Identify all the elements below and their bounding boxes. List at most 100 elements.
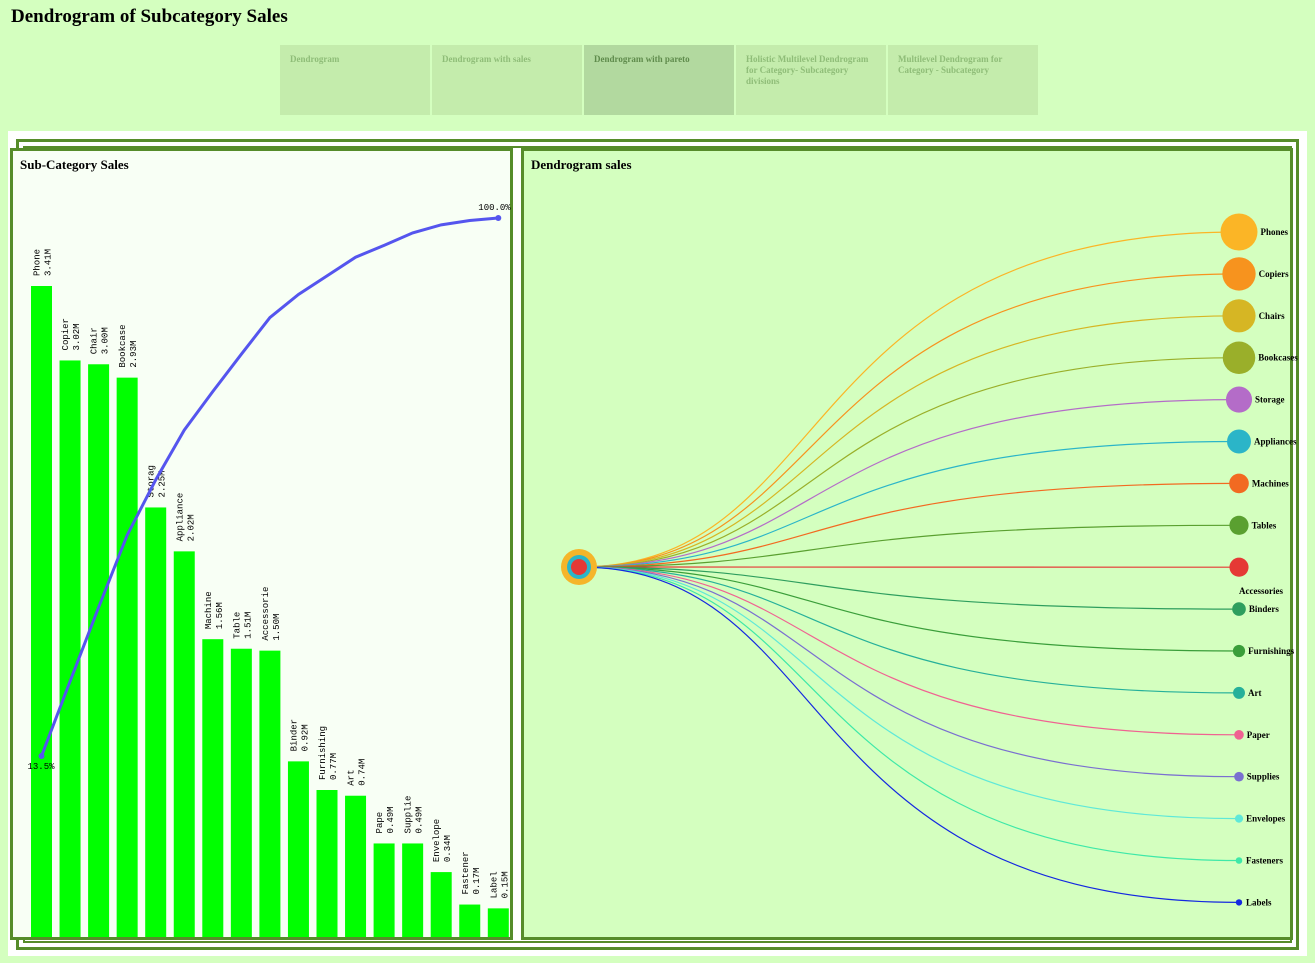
bar-category-label: Table bbox=[232, 612, 242, 639]
tab-label: Dendrogram bbox=[290, 54, 340, 64]
leaf-label: Art bbox=[1248, 688, 1262, 698]
dendrogram-link bbox=[578, 399, 1240, 568]
leaf-label: Labels bbox=[1246, 897, 1272, 907]
bar-category-label: Fastener bbox=[461, 851, 471, 894]
leaf-node-appliances[interactable] bbox=[1227, 429, 1251, 454]
bar-category-label: Binder bbox=[289, 719, 299, 751]
leaf-label: Copiers bbox=[1259, 269, 1289, 279]
bar-value-label: 2.93M bbox=[129, 341, 139, 368]
leaf-node-art[interactable] bbox=[1233, 686, 1245, 699]
bar-accessorie bbox=[259, 650, 281, 937]
bar-value-label: 3.02M bbox=[72, 323, 82, 350]
tab-holistic-multilevel-dendrogram[interactable]: Holistic Multilevel Dendrogram for Categ… bbox=[736, 45, 886, 115]
bar-chair bbox=[88, 364, 110, 937]
bar-value-label: 0.49M bbox=[386, 806, 396, 833]
bar-category-label: Appliance bbox=[175, 493, 185, 542]
bar-pape bbox=[373, 843, 395, 937]
leaf-label: Supplies bbox=[1247, 772, 1280, 782]
leaf-node-tables[interactable] bbox=[1229, 515, 1249, 535]
bar-value-label: 0.15M bbox=[500, 871, 510, 898]
pareto-endpoint bbox=[38, 753, 45, 760]
leaf-node-furnishings[interactable] bbox=[1232, 644, 1246, 658]
tab-dendrogram-with-pareto[interactable]: Dendrogram with pareto bbox=[584, 45, 734, 115]
leaf-node-fasteners[interactable] bbox=[1235, 857, 1243, 864]
leaf-node-machines[interactable] bbox=[1229, 473, 1249, 494]
bar-category-label: Supplie bbox=[404, 796, 414, 834]
bar-value-label: 0.49M bbox=[415, 806, 425, 833]
bar-phone bbox=[31, 286, 52, 937]
bar-value-label: 0.92M bbox=[300, 724, 310, 751]
bar-copier bbox=[59, 360, 81, 937]
bar-appliance bbox=[173, 551, 195, 937]
bar-value-label: 0.34M bbox=[443, 835, 453, 862]
pareto-endpoint bbox=[495, 215, 502, 221]
dendrogram-link bbox=[578, 566, 1240, 903]
dendrogram-link bbox=[578, 315, 1240, 568]
leaf-node-bookcases[interactable] bbox=[1222, 341, 1256, 374]
dendrogram-link bbox=[578, 566, 1240, 778]
bar-binder bbox=[287, 761, 309, 937]
leaf-label: Tables bbox=[1252, 520, 1277, 530]
page-title: Dendrogram of Subcategory Sales bbox=[11, 6, 288, 27]
leaf-node-envelopes[interactable] bbox=[1234, 814, 1244, 823]
dendrogram-link bbox=[578, 231, 1240, 568]
bar-category-label: Label bbox=[489, 871, 499, 898]
leaf-node-phones[interactable] bbox=[1220, 213, 1258, 251]
dendrogram-chart: Phones Copiers Chairs Bookcases Storage Appli… bbox=[561, 213, 1298, 907]
leaf-node-copiers[interactable] bbox=[1222, 257, 1256, 291]
leaf-label: Bookcases bbox=[1258, 353, 1298, 363]
bar-category-label: Envelope bbox=[432, 819, 442, 862]
leaf-node-supplies[interactable] bbox=[1234, 771, 1244, 782]
bar-category-label: Bookcase bbox=[118, 324, 128, 367]
bar-fastener bbox=[459, 904, 481, 937]
bar-storag bbox=[145, 507, 167, 937]
bar-bookcase bbox=[116, 377, 138, 937]
dendrogram-link bbox=[578, 566, 1240, 820]
bar-value-label: 1.56M bbox=[215, 602, 225, 629]
tab-label: Multilevel Dendrogram for Category - Sub… bbox=[898, 54, 1003, 75]
leaf-label: Envelopes bbox=[1246, 814, 1286, 824]
leaf-node-labels[interactable] bbox=[1235, 899, 1243, 906]
bar-category-label: Accessorie bbox=[261, 587, 271, 641]
dendrogram-link bbox=[578, 566, 1240, 736]
bar-category-label: Pape bbox=[375, 812, 385, 834]
bar-label bbox=[487, 908, 509, 937]
subcategory-sales-panel: Sub-Category Sales Phone 3.41M Copier 3.02M… bbox=[10, 148, 513, 940]
pareto-start-label: 13.5% bbox=[28, 762, 56, 772]
bar-category-label: Copier bbox=[61, 318, 71, 350]
leaf-label: Furnishings bbox=[1248, 646, 1295, 656]
leaf-node-storage[interactable] bbox=[1225, 386, 1253, 413]
bar-value-label: 0.74M bbox=[358, 759, 368, 786]
leaf-label: Accessories bbox=[1239, 586, 1283, 596]
leaf-label: Fasteners bbox=[1246, 856, 1283, 866]
bar-supplie bbox=[402, 843, 424, 937]
leaf-node-accessories[interactable] bbox=[1229, 557, 1249, 577]
bar-value-label: 3.00M bbox=[101, 327, 111, 354]
bar-machine bbox=[202, 639, 224, 937]
tab-dendrogram-with-sales[interactable]: Dendrogram with sales bbox=[432, 45, 582, 115]
bar-value-label: 1.51M bbox=[243, 612, 253, 639]
bar-furnishing bbox=[316, 790, 338, 937]
leaf-label: Machines bbox=[1252, 478, 1289, 488]
bar-table bbox=[230, 648, 252, 937]
leaf-node-binders[interactable] bbox=[1232, 602, 1246, 616]
tab-label: Dendrogram with pareto bbox=[594, 54, 690, 64]
dendrogram-panel: Dendrogram sales Phones Copiers Chairs Book… bbox=[521, 148, 1298, 940]
leaf-node-paper[interactable] bbox=[1234, 730, 1244, 740]
bar-category-label: Phone bbox=[33, 249, 43, 276]
bar-category-label: Art bbox=[347, 770, 357, 786]
bar-category-label: Furnishing bbox=[318, 726, 328, 780]
leaf-node-chairs[interactable] bbox=[1222, 299, 1256, 333]
root-node-inner bbox=[571, 559, 587, 575]
bar-value-label: 2.02M bbox=[186, 514, 196, 541]
dendrogram-link bbox=[578, 357, 1240, 568]
bar-value-label: 0.17M bbox=[472, 868, 482, 895]
leaf-label: Binders bbox=[1249, 604, 1280, 614]
pareto-end-label: 100.0% bbox=[478, 203, 511, 213]
tab-dendrogram[interactable]: Dendrogram bbox=[280, 45, 430, 115]
bar-category-label: Machine bbox=[204, 591, 214, 629]
bar-value-label: 0.77M bbox=[329, 753, 339, 780]
tab-multilevel-dendrogram[interactable]: Multilevel Dendrogram for Category - Sub… bbox=[888, 45, 1038, 115]
leaf-label: Storage bbox=[1255, 395, 1285, 405]
leaf-label: Paper bbox=[1247, 730, 1270, 740]
